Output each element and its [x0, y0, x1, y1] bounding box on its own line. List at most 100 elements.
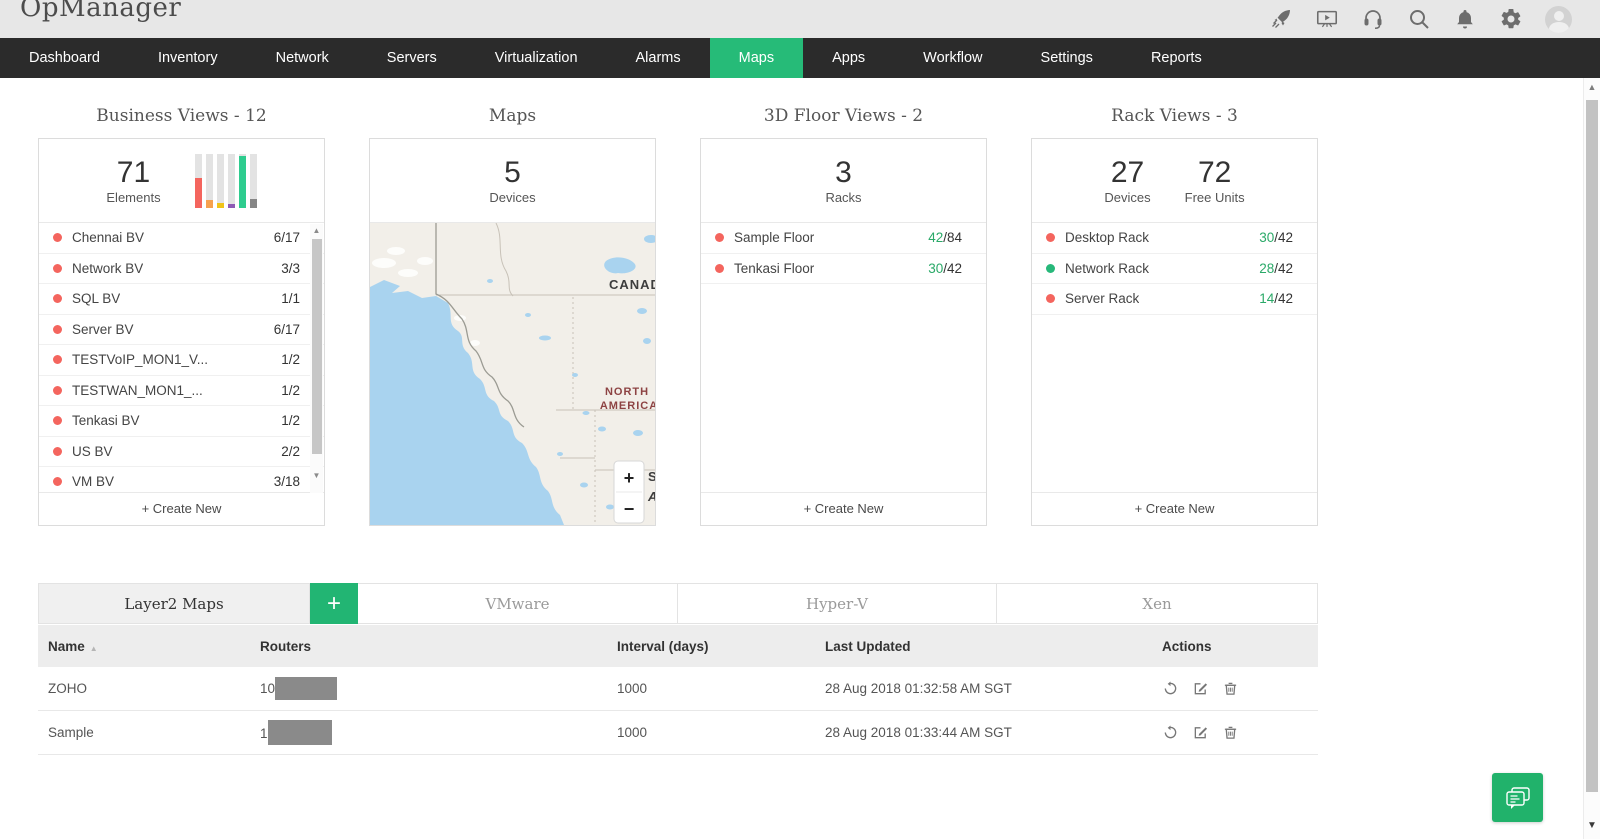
- business-view-item[interactable]: TESTVoIP_MON1_V... 1/2: [39, 345, 324, 376]
- sort-arrow-icon[interactable]: ▲: [90, 644, 98, 653]
- business-view-item[interactable]: Server BV 6/17: [39, 314, 324, 345]
- business-view-item[interactable]: Network BV 3/3: [39, 253, 324, 284]
- business-view-name: Network BV: [72, 260, 144, 276]
- business-view-name: Chennai BV: [72, 230, 145, 246]
- map-label-america: AMERICA: [600, 400, 655, 412]
- nav-tab-maps[interactable]: Maps: [709, 38, 804, 78]
- free-units-count: 72: [1197, 155, 1232, 189]
- column-header-interval: Interval (days): [617, 638, 709, 654]
- scroll-down-arrow-icon[interactable]: ▼: [1584, 820, 1600, 831]
- rack-view-name: Network Rack: [1065, 260, 1150, 276]
- nav-tab-alarms[interactable]: Alarms: [607, 38, 710, 78]
- business-view-count: 6/17: [273, 230, 300, 246]
- business-views-list: Chennai BV 6/17 Network BV 3/3 SQL BV 1/…: [39, 223, 324, 498]
- free-units-label: Free Units: [1184, 189, 1245, 205]
- refresh-icon[interactable]: [1162, 681, 1178, 697]
- support-headset-icon[interactable]: [1361, 7, 1385, 31]
- notifications-bell-icon[interactable]: [1453, 7, 1477, 31]
- rack-view-name: Desktop Rack: [1065, 230, 1150, 246]
- page-scrollbar-thumb[interactable]: [1586, 100, 1598, 792]
- business-view-count: 1/2: [281, 413, 300, 429]
- last-updated-cell: 28 Aug 2018 01:33:44 AM SGT: [825, 725, 1012, 740]
- tab-vmware[interactable]: VMware: [358, 583, 678, 624]
- status-bar: [227, 153, 235, 208]
- floor-view-item[interactable]: Tenkasi Floor 30/42: [701, 253, 986, 284]
- business-view-item[interactable]: SQL BV 1/1: [39, 284, 324, 315]
- map-name-cell[interactable]: ZOHO: [48, 681, 260, 696]
- elements-count: 71: [116, 155, 151, 189]
- map-label-canada: CANADA: [609, 277, 655, 292]
- search-icon[interactable]: [1407, 7, 1431, 31]
- app-header: OpManager: [0, 0, 1600, 38]
- business-view-name: Tenkasi BV: [72, 413, 140, 429]
- geographic-map[interactable]: CANADA NORTH AMERICA S A + −: [370, 223, 655, 525]
- delete-icon[interactable]: [1222, 681, 1238, 697]
- page-scrollbar: ▲ ▼: [1583, 78, 1600, 839]
- rack-view-item[interactable]: Desktop Rack 30/42: [1032, 223, 1317, 254]
- devices-stat: 5 Devices: [489, 155, 535, 205]
- business-list-scrollbar: ▲ ▼: [310, 224, 323, 493]
- scroll-up-arrow-icon[interactable]: ▲: [310, 224, 323, 238]
- avatar-head: [1553, 10, 1564, 21]
- scroll-up-arrow-icon[interactable]: ▲: [1584, 82, 1600, 92]
- redacted-value: [267, 720, 332, 745]
- business-create-new-button[interactable]: + Create New: [39, 492, 324, 525]
- nav-tab-virtualization[interactable]: Virtualization: [466, 38, 607, 78]
- scroll-down-arrow-icon[interactable]: ▼: [310, 469, 323, 483]
- nav-tab-settings[interactable]: Settings: [1012, 38, 1122, 78]
- edit-icon[interactable]: [1192, 681, 1208, 697]
- business-view-item[interactable]: US BV 2/2: [39, 436, 324, 467]
- opmanager-logo[interactable]: OpManager: [20, 0, 181, 23]
- status-dot-icon: [715, 263, 724, 273]
- column-header-name[interactable]: Name ▲: [48, 639, 260, 654]
- actions-cell: [1162, 681, 1318, 697]
- rack-view-item[interactable]: Network Rack 28/42: [1032, 253, 1317, 284]
- edit-icon[interactable]: [1192, 725, 1208, 741]
- main-nav: Dashboard Inventory Network Servers Virt…: [0, 38, 1600, 78]
- column-header-last-updated: Last Updated: [825, 638, 911, 654]
- rack-views-list: Desktop Rack 30/42 Network Rack 28/42 Se…: [1032, 223, 1317, 315]
- nav-tab-dashboard[interactable]: Dashboard: [0, 38, 129, 78]
- layer2-maps-table: Name ▲ Routers Interval (days) Last Updat…: [38, 625, 1318, 755]
- elements-label: Elements: [106, 189, 161, 205]
- rack-view-count: 28/42: [1259, 260, 1293, 276]
- business-views-title: Business Views - 12: [96, 106, 267, 126]
- live-chat-button[interactable]: [1492, 773, 1543, 822]
- business-view-count: 1/2: [281, 352, 300, 368]
- refresh-icon[interactable]: [1162, 725, 1178, 741]
- nav-tab-reports[interactable]: Reports: [1122, 38, 1231, 78]
- add-layer2-map-button[interactable]: +: [310, 583, 358, 624]
- column-header-actions: Actions: [1162, 638, 1212, 654]
- business-view-item[interactable]: Chennai BV 6/17: [39, 223, 324, 254]
- map-zoom-in-button[interactable]: +: [624, 468, 635, 488]
- nav-tab-network[interactable]: Network: [247, 38, 358, 78]
- settings-gear-icon[interactable]: [1499, 7, 1523, 31]
- rack-view-count: 14/42: [1259, 291, 1293, 307]
- business-view-name: US BV: [72, 443, 113, 459]
- rack-devices-label: Devices: [1104, 189, 1151, 205]
- map-name-cell[interactable]: Sample: [48, 725, 260, 740]
- business-view-item[interactable]: TESTWAN_MON1_... 1/2: [39, 375, 324, 406]
- business-view-item[interactable]: Tenkasi BV 1/2: [39, 406, 324, 437]
- nav-tab-apps[interactable]: Apps: [803, 38, 894, 78]
- tab-hyper-v[interactable]: Hyper-V: [678, 583, 997, 624]
- tab-layer2-maps[interactable]: Layer2 Maps: [38, 583, 310, 624]
- devices-count: 5: [504, 155, 521, 189]
- map-type-tabs: Layer2 Maps + VMware Hyper-V Xen: [38, 583, 1318, 624]
- floor-view-item[interactable]: Sample Floor 42/84: [701, 223, 986, 254]
- scrollbar-thumb[interactable]: [311, 239, 322, 454]
- delete-icon[interactable]: [1222, 725, 1238, 741]
- nav-tab-servers[interactable]: Servers: [358, 38, 466, 78]
- nav-tab-inventory[interactable]: Inventory: [129, 38, 247, 78]
- nav-tab-workflow[interactable]: Workflow: [894, 38, 1011, 78]
- rack-view-item[interactable]: Server Rack 14/42: [1032, 284, 1317, 315]
- floor-create-new-button[interactable]: + Create New: [701, 492, 986, 525]
- floor-view-count: 42/84: [928, 230, 962, 246]
- user-avatar[interactable]: [1545, 5, 1572, 33]
- business-view-name: TESTVoIP_MON1_V...: [72, 352, 209, 368]
- map-zoom-out-button[interactable]: −: [624, 499, 635, 519]
- rack-create-new-button[interactable]: + Create New: [1032, 492, 1317, 525]
- video-tutorial-icon[interactable]: [1315, 7, 1339, 31]
- tab-xen[interactable]: Xen: [997, 583, 1318, 624]
- rocket-icon[interactable]: [1269, 7, 1293, 31]
